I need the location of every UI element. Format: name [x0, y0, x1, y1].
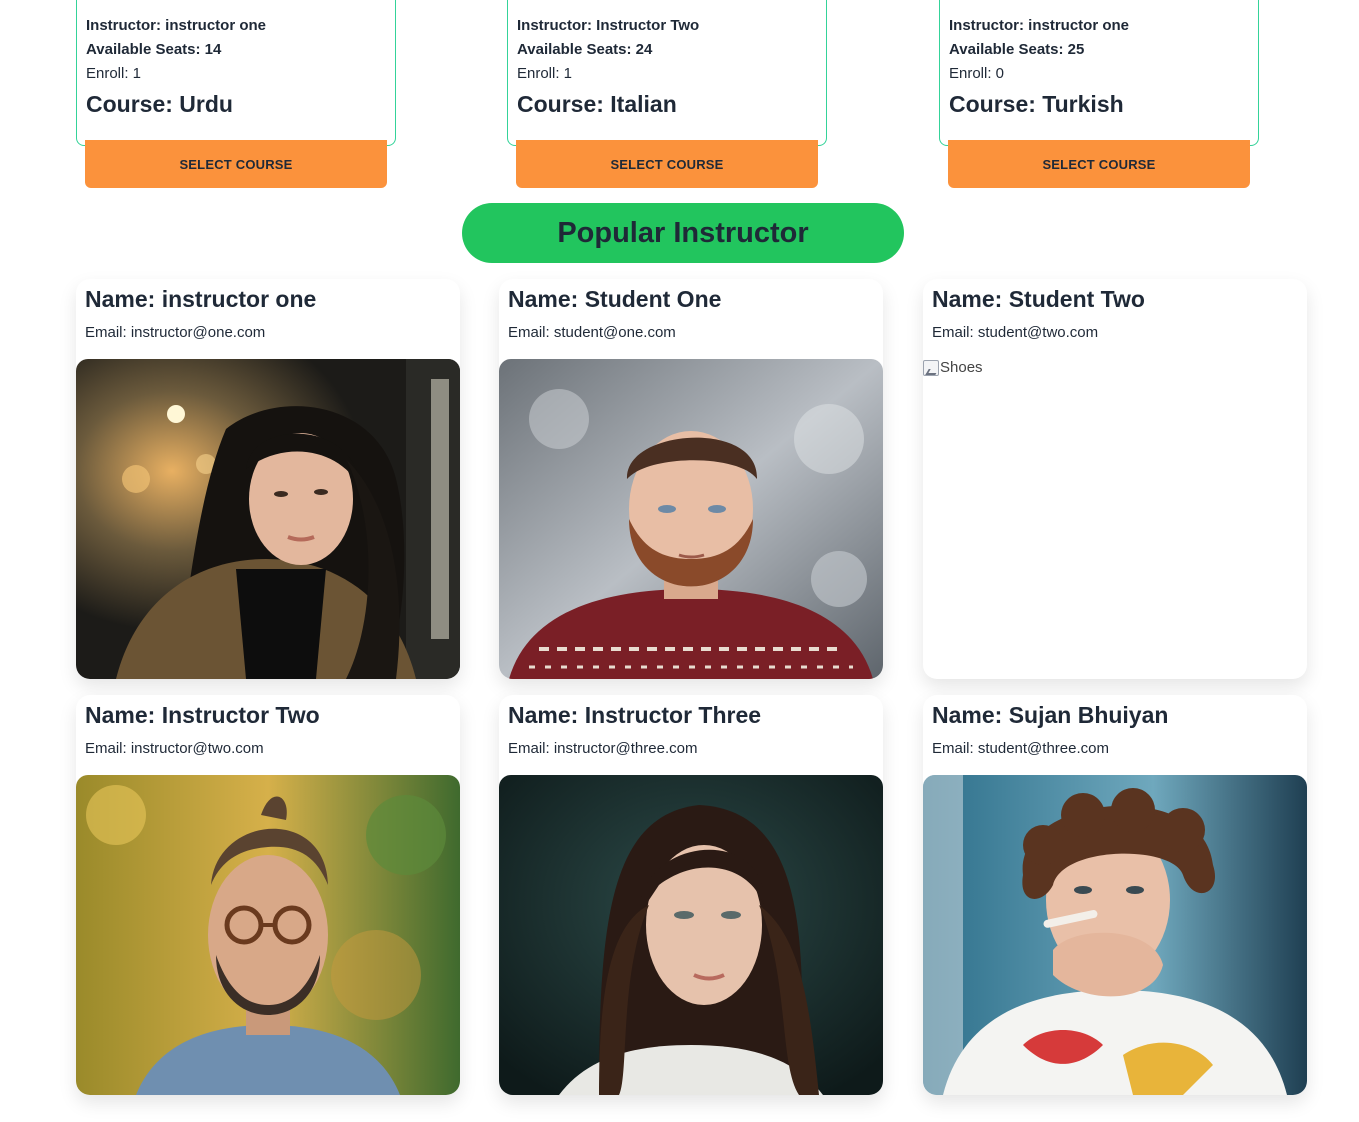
person-email: Email: student@one.com	[508, 324, 676, 341]
image-alt-text: Shoes	[940, 359, 983, 376]
course-title: Course: Italian	[517, 91, 677, 117]
person-photo	[923, 775, 1307, 1095]
popular-instructor-heading: Popular Instructor	[462, 203, 904, 263]
course-instructor: Instructor: instructor one	[949, 17, 1130, 34]
person-email: Email: instructor@three.com	[508, 740, 698, 757]
course-instructor: Instructor: Instructor Two	[517, 17, 700, 34]
course-enroll-count: Enroll: 1	[517, 65, 573, 82]
instructor-card: Name: instructor one Email: instructor@o…	[76, 279, 460, 679]
person-email: Email: instructor@two.com	[85, 740, 264, 757]
course-card-turkish: Instructor: instructor one Available Sea…	[939, 0, 1259, 146]
course-available-seats: Available Seats: 24	[517, 41, 653, 58]
course-available-seats: Available Seats: 25	[949, 41, 1085, 58]
course-card-urdu: Instructor: instructor one Available Sea…	[76, 0, 396, 146]
instructor-card: Name: Instructor Two Email: instructor@t…	[76, 695, 460, 1095]
course-title: Course: Turkish	[949, 91, 1124, 117]
person-name: Name: Instructor Three	[508, 702, 762, 728]
person-name: Name: Sujan Bhuiyan	[932, 702, 1169, 728]
student-card: Name: Student Two Email: student@two.com…	[923, 279, 1307, 679]
course-card-italian: Instructor: Instructor Two Available Sea…	[507, 0, 827, 146]
person-name: Name: Student Two	[932, 286, 1145, 312]
select-course-button-urdu[interactable]: SELECT COURSE	[85, 140, 387, 188]
select-course-button-turkish[interactable]: SELECT COURSE	[948, 140, 1250, 188]
broken-image-placeholder: Shoes	[923, 359, 983, 376]
student-card: Name: Sujan Bhuiyan Email: student@three…	[923, 695, 1307, 1095]
person-email: Email: student@three.com	[932, 740, 1109, 757]
person-photo	[499, 775, 883, 1095]
person-name: Name: Student One	[508, 286, 722, 312]
course-enroll-count: Enroll: 1	[86, 65, 142, 82]
person-photo	[76, 775, 460, 1095]
person-name: Name: instructor one	[85, 286, 317, 312]
student-card: Name: Student One Email: student@one.com	[499, 279, 883, 679]
person-photo	[499, 359, 883, 679]
course-available-seats: Available Seats: 14	[86, 41, 222, 58]
person-photo	[76, 359, 460, 679]
course-instructor: Instructor: instructor one	[86, 17, 267, 34]
person-name: Name: Instructor Two	[85, 702, 320, 728]
select-course-button-italian[interactable]: SELECT COURSE	[516, 140, 818, 188]
course-enroll-count: Enroll: 0	[949, 65, 1005, 82]
person-email: Email: instructor@one.com	[85, 324, 266, 341]
person-email: Email: student@two.com	[932, 324, 1099, 341]
course-title: Course: Urdu	[86, 91, 233, 117]
instructor-card: Name: Instructor Three Email: instructor…	[499, 695, 883, 1095]
broken-image-icon	[923, 359, 939, 376]
